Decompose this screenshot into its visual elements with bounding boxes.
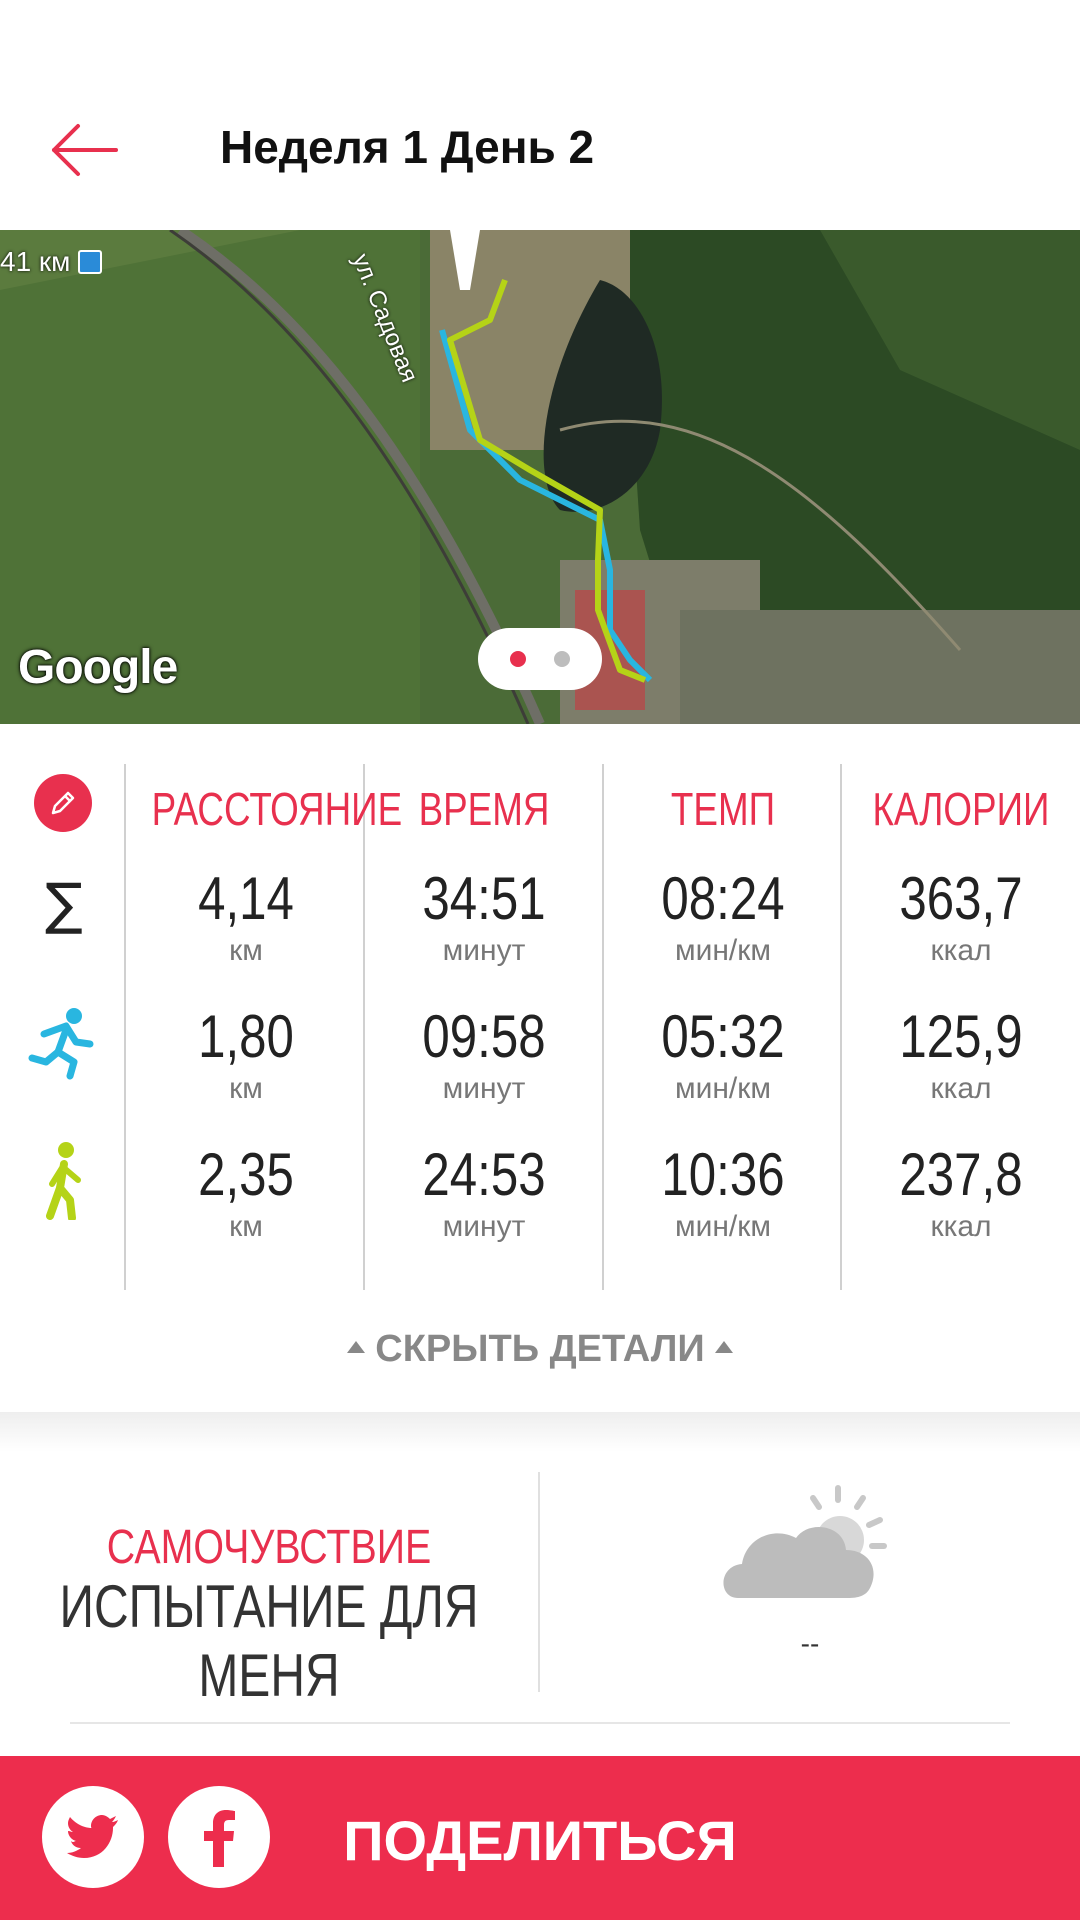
run-time-value: 09:58 <box>422 1003 546 1070</box>
total-distance-unit: км <box>229 934 263 967</box>
walk-distance-unit: км <box>229 1210 263 1243</box>
facebook-button[interactable] <box>168 1786 270 1888</box>
twitter-button[interactable] <box>42 1786 144 1888</box>
total-calories-unit: ккал <box>930 934 992 967</box>
hide-details-button[interactable]: СКРЫТЬ ДЕТАЛИ <box>0 1328 1080 1371</box>
column-divider <box>124 764 126 1290</box>
weather-value: -- <box>800 1628 820 1659</box>
caret-up-icon <box>714 1340 733 1353</box>
total-time-value: 34:51 <box>422 865 546 932</box>
pencil-icon <box>51 791 75 815</box>
walk-pace-value: 10:36 <box>661 1141 785 1208</box>
partly-cloudy-icon <box>723 1485 887 1598</box>
total-time-unit: минут <box>442 934 526 967</box>
share-button[interactable]: ПОДЕЛИТЬСЯ <box>300 1808 780 1873</box>
total-calories-value: 363,7 <box>899 865 1023 932</box>
twitter-icon <box>67 1815 118 1858</box>
bus-stop-icon <box>78 250 103 274</box>
run-distance-value: 1,80 <box>198 1003 294 1070</box>
section-divider <box>0 1412 1080 1452</box>
run-calories-unit: ккал <box>930 1072 992 1105</box>
feeling-weather-section: САМОЧУВСТВИЕ ИСПЫТАНИЕ ДЛЯ МЕНЯ -- <box>0 1472 1080 1709</box>
walking-icon <box>24 1140 104 1220</box>
pager-dot-active[interactable] <box>510 651 526 667</box>
walk-calories-value: 237,8 <box>899 1141 1023 1208</box>
sigma-icon: ∑ <box>45 871 83 937</box>
walk-time-value: 24:53 <box>422 1141 546 1208</box>
feeling-value[interactable]: ИСПЫТАНИЕ ДЛЯ МЕНЯ <box>54 1572 484 1710</box>
total-distance-value: 4,14 <box>198 865 294 932</box>
map-distance-label: 41 км <box>0 246 103 278</box>
page-title: Неделя 1 День 2 <box>220 121 595 173</box>
app-header: Неделя 1 День 2 <box>0 0 1080 230</box>
walk-time-unit: минут <box>442 1210 526 1243</box>
google-logo: Google <box>18 641 178 694</box>
run-pace-value: 05:32 <box>661 1003 785 1070</box>
walk-calories-unit: ккал <box>930 1210 992 1243</box>
column-header-time: ВРЕМЯ <box>418 783 550 835</box>
total-pace-value: 08:24 <box>661 865 785 932</box>
map-pager[interactable] <box>478 628 602 690</box>
column-header-calories: КАЛОРИИ <box>872 783 1050 835</box>
run-distance-unit: км <box>229 1072 263 1105</box>
run-time-unit: минут <box>442 1072 526 1105</box>
column-header-pace: ТЕМП <box>670 783 776 835</box>
total-pace-unit: мин/км <box>674 934 772 967</box>
pager-dot-inactive[interactable] <box>554 651 570 667</box>
hide-details-label: СКРЫТЬ ДЕТАЛИ <box>375 1328 705 1370</box>
divider-line <box>70 1722 1010 1724</box>
column-divider <box>602 764 604 1290</box>
run-calories-value: 125,9 <box>899 1003 1023 1070</box>
column-header-distance: РАССТОЯНИЕ <box>151 783 403 835</box>
stats-table: РАССТОЯНИЕ ВРЕМЯ ТЕМП КАЛОРИИ ∑ 4,14 км … <box>0 764 1080 1292</box>
run-pace-unit: мин/км <box>674 1072 772 1105</box>
route-map[interactable]: 41 км ул. Садовая Google <box>0 230 1080 724</box>
edit-button[interactable] <box>34 774 92 832</box>
distance-text: 41 км <box>0 246 71 277</box>
running-icon <box>24 1002 104 1082</box>
feeling-label: САМОЧУВСТВИЕ <box>106 1521 432 1574</box>
back-arrow-icon <box>52 124 118 176</box>
back-button[interactable] <box>40 110 130 190</box>
share-bar: ПОДЕЛИТЬСЯ <box>0 1756 1080 1920</box>
walk-distance-value: 2,35 <box>198 1141 294 1208</box>
facebook-icon <box>204 1810 235 1867</box>
caret-up-icon <box>347 1340 366 1353</box>
walk-pace-unit: мин/км <box>674 1210 772 1243</box>
